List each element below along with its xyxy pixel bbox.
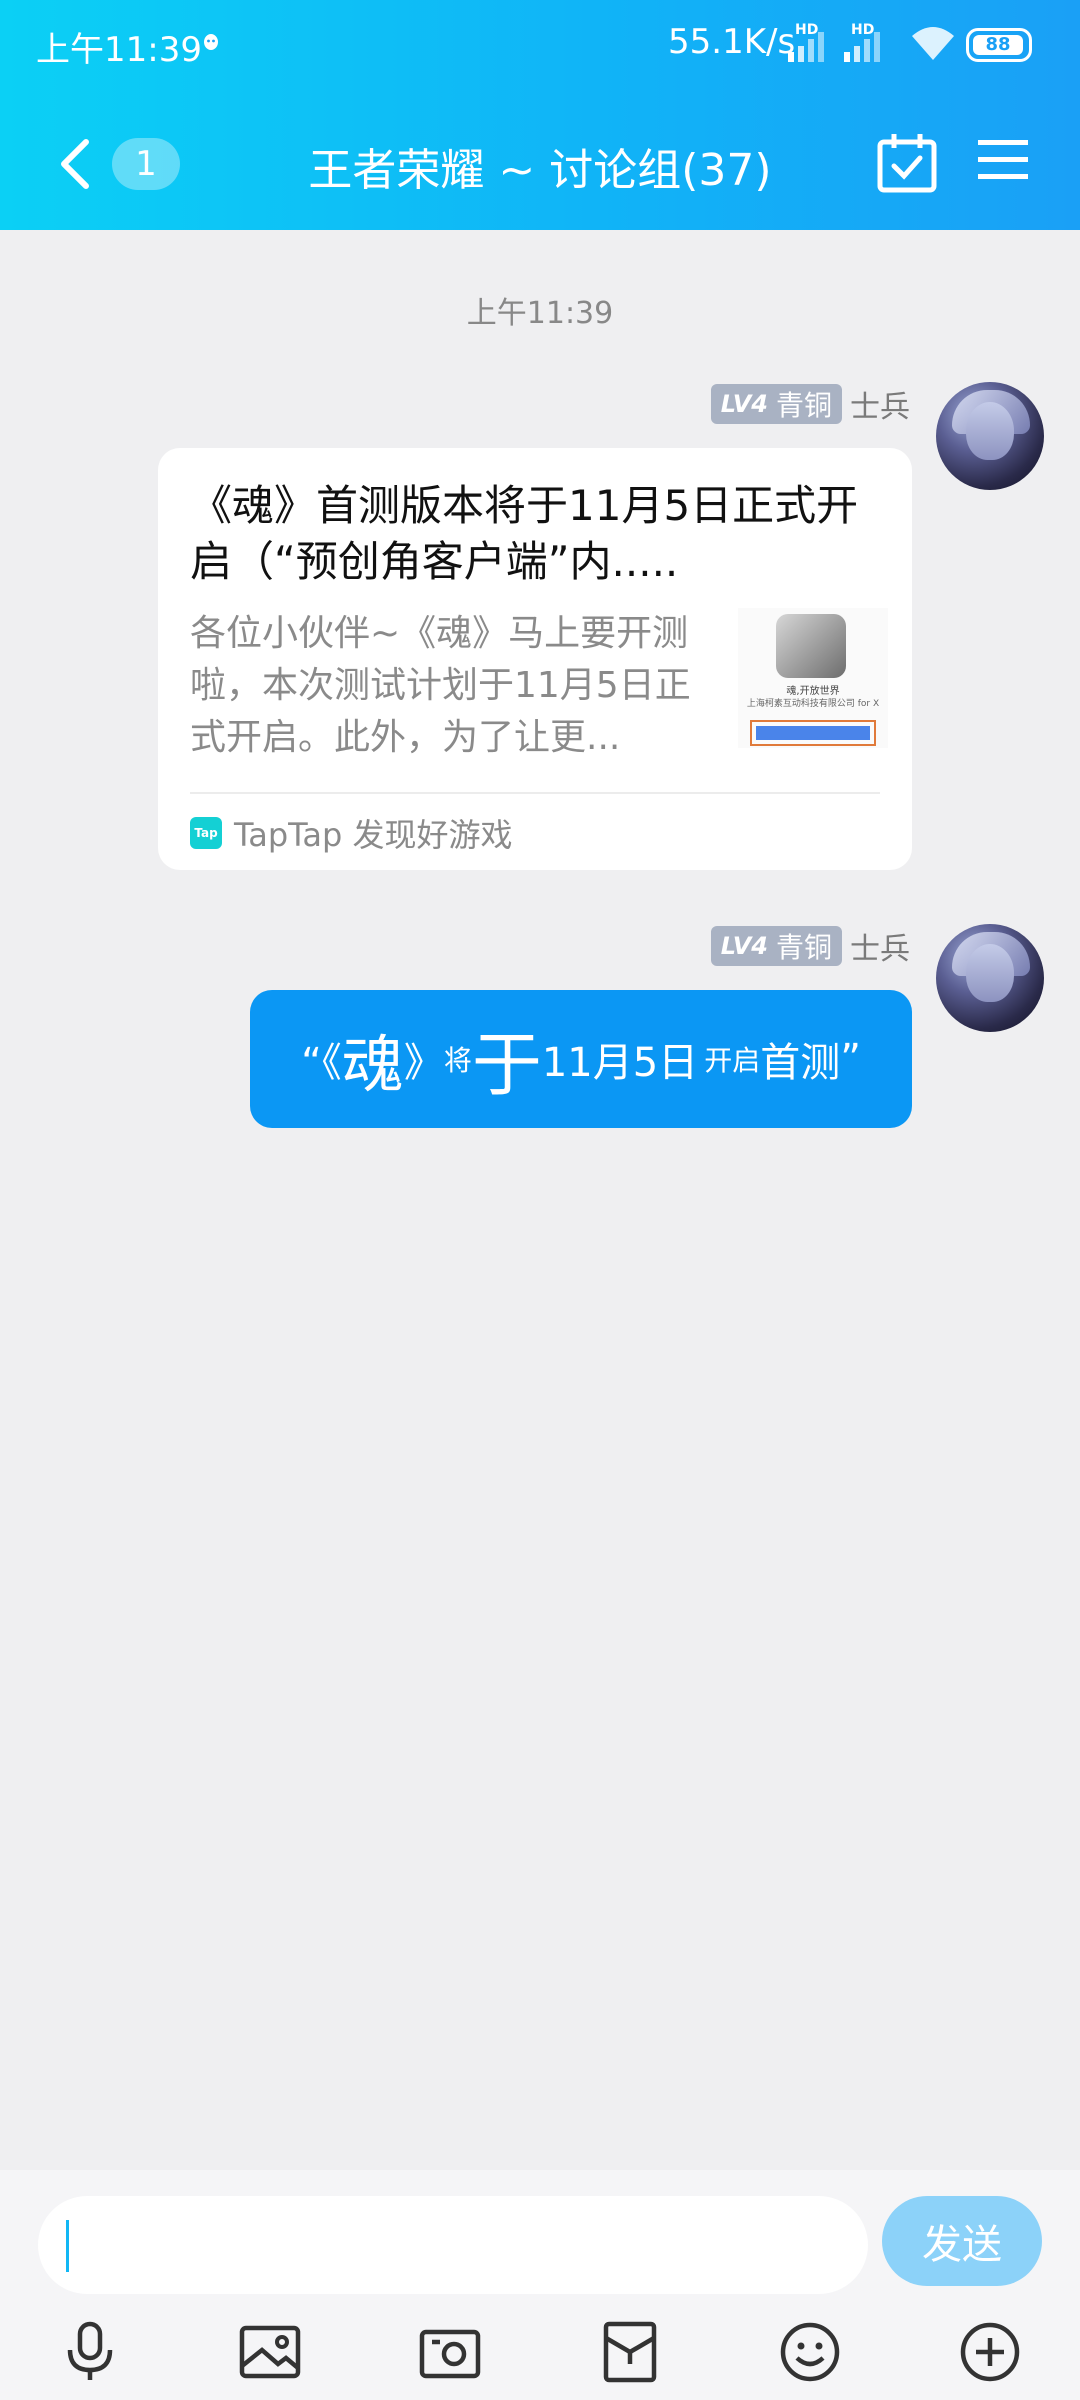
card-description: 各位小伙伴~《魂》马上要开测啦，本次测试计划于11月5日正式开启。此外，为了让更… xyxy=(190,613,691,758)
app-header: 上午11:39 55.1K/s HD HD 88 1 王者荣耀 ~ 讨论组(37… xyxy=(0,0,1080,230)
shared-link-card[interactable]: 《魂》首测版本将于11月5日正式开启（“预创角客户端”内..... 各位小伙伴~… xyxy=(158,448,912,870)
emoji-icon[interactable] xyxy=(778,2320,842,2384)
member-rank: 士兵 xyxy=(850,390,910,425)
camera-icon[interactable] xyxy=(418,2320,482,2384)
signal-icon-2 xyxy=(844,32,880,62)
battery-level: 88 xyxy=(973,35,1023,55)
message-input[interactable] xyxy=(38,2196,868,2294)
sender-meta: LV4 青铜 士兵 xyxy=(710,926,910,967)
taptap-icon: Tap xyxy=(190,817,222,849)
member-rank: 士兵 xyxy=(850,932,910,967)
card-title: 《魂》首测版本将于11月5日正式开启（“预创角客户端”内..... xyxy=(190,481,859,586)
network-speed: 55.1K/s xyxy=(668,22,796,62)
image-icon[interactable] xyxy=(238,2320,302,2384)
send-button[interactable]: 发送 xyxy=(882,2196,1042,2286)
game-icon xyxy=(776,614,846,678)
sender-meta: LV4 青铜 士兵 xyxy=(710,384,910,425)
card-divider xyxy=(190,792,880,794)
status-time: 上午11:39 xyxy=(36,30,202,70)
calendar-check-icon[interactable] xyxy=(876,132,938,194)
message-timestamp: 上午11:39 xyxy=(466,296,614,331)
avatar[interactable] xyxy=(936,924,1044,1032)
battery-icon: 88 xyxy=(966,28,1032,62)
signal-icon xyxy=(788,32,824,62)
nav-bar: 1 王者荣耀 ~ 讨论组(37) xyxy=(0,110,1080,220)
microphone-icon[interactable] xyxy=(58,2320,122,2384)
qq-notification-icon xyxy=(204,34,218,50)
text-caret xyxy=(66,2220,69,2272)
status-bar: 上午11:39 55.1K/s HD HD 88 xyxy=(0,0,1080,90)
thumbnail-button xyxy=(750,720,876,746)
red-packet-icon[interactable] xyxy=(598,2320,662,2384)
wifi-icon xyxy=(912,27,954,60)
card-source: Tap TapTap 发现好游戏 xyxy=(190,810,513,856)
input-toolbar xyxy=(0,2320,1080,2400)
card-thumbnail: 魂,开放世界 上海柯素互动科技有限公司 for X xyxy=(738,608,888,748)
source-label: TapTap 发现好游戏 xyxy=(234,816,513,854)
level-badge: LV4 青铜 xyxy=(710,384,842,424)
plus-icon[interactable] xyxy=(958,2320,1022,2384)
menu-icon[interactable] xyxy=(978,138,1028,182)
message-bubble[interactable]: “《 魂 》 将 于 11月5日 开启 首测 ” xyxy=(250,990,912,1128)
level-badge: LV4 青铜 xyxy=(710,926,842,966)
composer: 发送 xyxy=(0,2170,1080,2400)
avatar[interactable] xyxy=(936,382,1044,490)
